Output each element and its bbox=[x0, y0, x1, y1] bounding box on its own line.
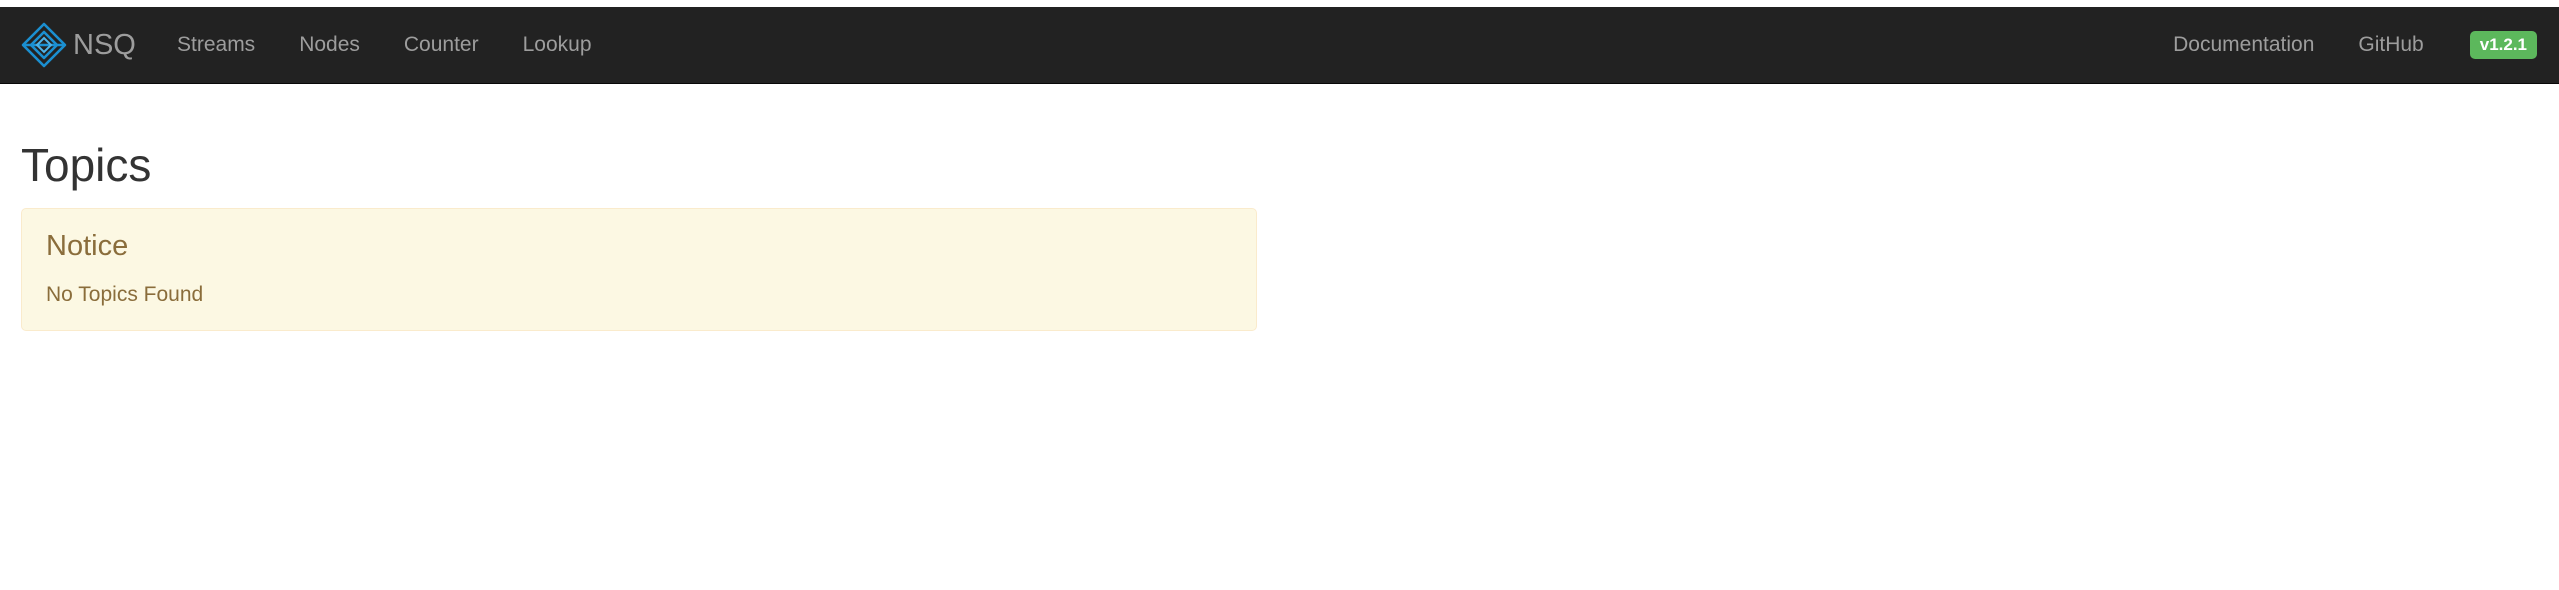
nsq-logo-icon bbox=[21, 22, 67, 68]
notice-message: No Topics Found bbox=[46, 283, 204, 306]
nav-streams[interactable]: Streams bbox=[155, 7, 277, 83]
brand-link[interactable]: NSQ bbox=[21, 7, 136, 83]
notice-alert: Notice No Topics Found bbox=[21, 208, 1257, 331]
nav-documentation[interactable]: Documentation bbox=[2151, 7, 2336, 83]
notice-heading: Notice bbox=[46, 230, 129, 262]
top-navbar: NSQ Streams Nodes Counter Lookup Documen… bbox=[0, 7, 2559, 84]
nav-nodes[interactable]: Nodes bbox=[277, 7, 382, 83]
nav-counter[interactable]: Counter bbox=[382, 7, 501, 83]
page-title: Topics bbox=[21, 139, 152, 191]
version-badge: v1.2.1 bbox=[2469, 31, 2537, 59]
secondary-nav: Documentation GitHub v1.2.1 bbox=[2151, 7, 2559, 83]
nav-github[interactable]: GitHub bbox=[2336, 7, 2445, 83]
top-strip bbox=[0, 0, 2559, 7]
brand-name: NSQ bbox=[73, 28, 136, 61]
primary-nav: Streams Nodes Counter Lookup bbox=[155, 7, 614, 83]
nav-lookup[interactable]: Lookup bbox=[501, 7, 614, 83]
